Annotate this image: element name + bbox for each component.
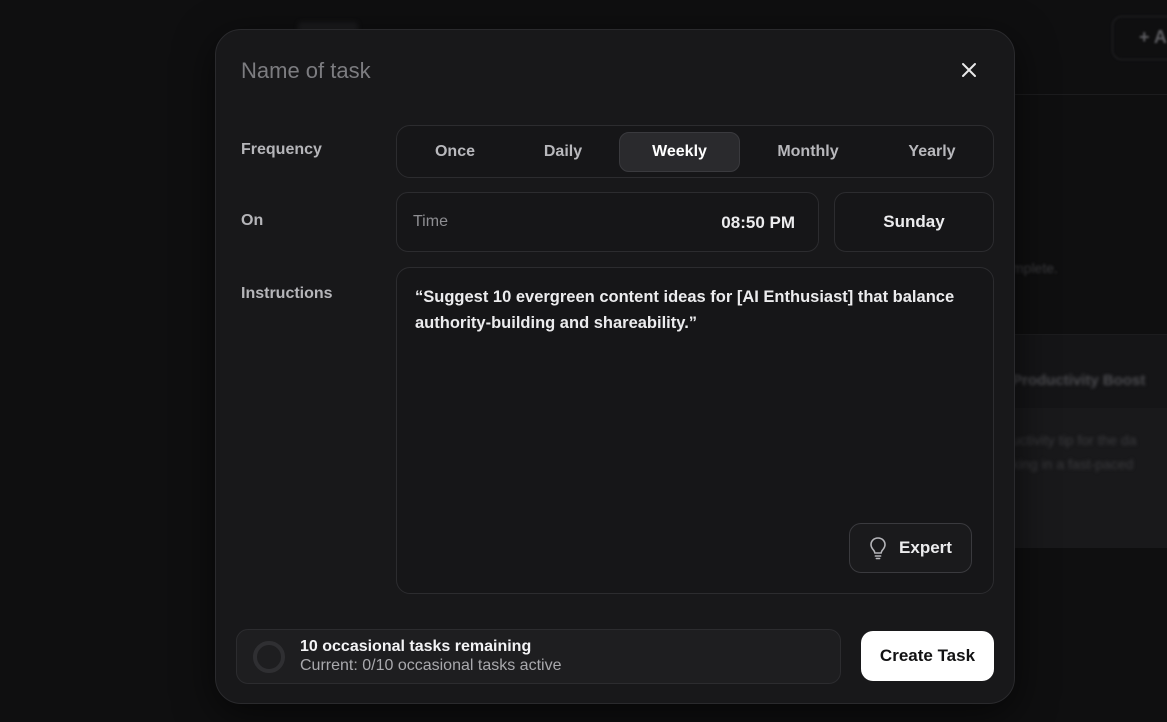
background-task-card-line: king in a fast-paced <box>1012 456 1134 472</box>
frequency-option-once[interactable]: Once <box>402 132 508 172</box>
frequency-option-weekly[interactable]: Weekly <box>619 132 740 172</box>
expert-button[interactable]: Expert <box>849 523 972 573</box>
background-task-card-text: uctivity tip for the da king in a fast-p… <box>1012 428 1137 476</box>
instructions-text: “Suggest 10 evergreen content ideas for … <box>415 288 955 332</box>
background-task-card-line: uctivity tip for the da <box>1012 432 1137 448</box>
frequency-option-yearly[interactable]: Yearly <box>873 132 991 172</box>
day-select[interactable]: Sunday <box>834 192 994 252</box>
task-quota-panel: 10 occasional tasks remaining Current: 0… <box>236 629 841 684</box>
frequency-segmented-control: Once Daily Weekly Monthly Yearly <box>396 125 994 178</box>
background-hint-text: mplete. <box>1012 260 1058 276</box>
quota-progress-ring <box>253 641 285 673</box>
expert-label: Expert <box>899 538 952 557</box>
time-value: 08:50 PM <box>721 213 795 232</box>
lightbulb-icon <box>870 537 886 560</box>
quota-subtitle: Current: 0/10 occasional tasks active <box>300 657 562 674</box>
close-button[interactable] <box>954 55 984 85</box>
time-label: Time <box>413 213 448 230</box>
time-picker[interactable]: Time 08:50 PM <box>396 192 819 252</box>
background-divider <box>1010 94 1167 95</box>
task-name-input[interactable] <box>241 54 841 88</box>
close-icon <box>962 63 976 77</box>
quota-title: 10 occasional tasks remaining <box>300 638 532 655</box>
frequency-option-monthly[interactable]: Monthly <box>747 132 869 172</box>
instructions-textarea[interactable]: “Suggest 10 evergreen content ideas for … <box>396 267 994 594</box>
create-task-dialog: Frequency Once Daily Weekly Monthly Year… <box>215 29 1015 704</box>
create-task-button[interactable]: Create Task <box>861 631 994 681</box>
instructions-label: Instructions <box>241 285 333 302</box>
background-task-card-title: Productivity Boost <box>1012 372 1146 389</box>
background-new-button: + A <box>1112 16 1167 60</box>
frequency-label: Frequency <box>241 141 322 158</box>
frequency-option-daily[interactable]: Daily <box>510 132 616 172</box>
schedule-label: On <box>241 212 264 229</box>
